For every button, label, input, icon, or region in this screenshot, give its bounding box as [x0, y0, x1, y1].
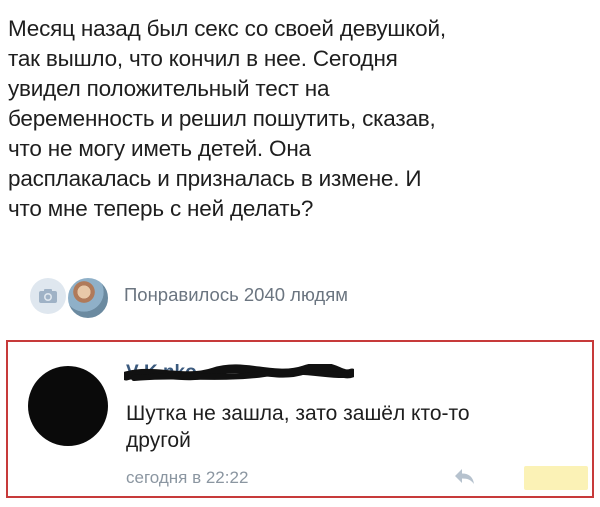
likes-row[interactable]: Понравилось 2040 людям [26, 274, 446, 320]
post-line: расплакалась и призналась в измене. И [8, 166, 422, 191]
likes-count-label[interactable]: Понравилось 2040 людям [124, 284, 348, 306]
post-line: что мне теперь с ней делать? [8, 196, 314, 221]
comment-text: Шутка не зашла, зато зашёл кто-то другой [126, 400, 586, 454]
liker-avatar[interactable] [66, 276, 110, 320]
comment-line: другой [126, 429, 191, 452]
post-line: что не могу иметь детей. Она [8, 136, 311, 161]
camera-icon [30, 278, 66, 314]
avatar[interactable] [28, 366, 108, 446]
reply-arrow-icon[interactable] [452, 466, 476, 486]
highlight-mark [524, 466, 588, 490]
post-text: Месяц назад был секс со своей девушкой, … [8, 14, 593, 224]
comment-line: Шутка не зашла, зато зашёл кто-то [126, 402, 470, 425]
post-line: так вышло, что кончил в нее. Сегодня [8, 46, 398, 71]
post-line: увидел положительный тест на [8, 76, 330, 101]
comment-timestamp[interactable]: сегодня в 22:22 [126, 468, 248, 488]
post-line: Месяц назад был секс со своей девушкой, [8, 16, 446, 41]
comment-highlight-box: V K nko Шутка не зашла, зато зашёл кто-т… [6, 340, 594, 498]
redaction-scribble [124, 364, 354, 381]
comment-author[interactable]: V K nko [124, 362, 386, 388]
post-line: беременность и решил пошутить, сказав, [8, 106, 436, 131]
